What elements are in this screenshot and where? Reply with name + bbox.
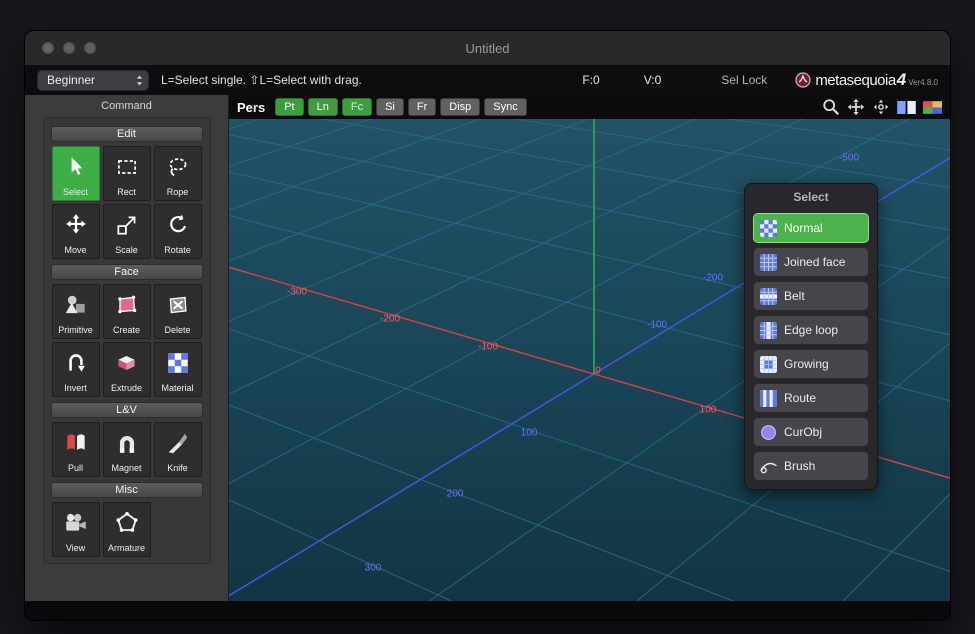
bottom-bar — [25, 601, 950, 620]
growing-icon — [760, 356, 777, 373]
rect-select-icon — [114, 147, 140, 187]
rope-lasso-icon — [165, 147, 191, 187]
select-cursor-icon — [63, 147, 89, 187]
edge-loop-icon — [760, 322, 777, 339]
tool-armature[interactable]: Armature — [103, 502, 151, 557]
extrude-icon — [114, 343, 140, 383]
color-palette-icon[interactable] — [923, 101, 942, 114]
brand-number: 4 — [897, 70, 906, 90]
armature-icon — [114, 503, 140, 543]
command-panel-title: Command — [101, 95, 152, 117]
toggle-sync[interactable]: Sync — [484, 98, 526, 116]
app-window: Untitled Beginner L=Select single. ⇧L=Se… — [24, 30, 951, 621]
pull-icon — [63, 423, 89, 463]
tool-invert[interactable]: Invert — [52, 342, 100, 397]
brand-version: Ver4.8.0 — [908, 78, 938, 87]
tool-move[interactable]: Move — [52, 204, 100, 259]
tool-rect[interactable]: Rect — [103, 146, 151, 201]
select-mode-edge-loop[interactable]: Edge loop — [753, 315, 869, 345]
command-panel: Edit Select Rect — [43, 117, 211, 564]
viewport-canvas[interactable]: -300 -200 -100 0 100 -500 -200 -100 100 … — [229, 119, 950, 601]
primitive-icon — [63, 285, 89, 325]
select-mode-normal[interactable]: Normal — [753, 213, 869, 243]
titlebar: Untitled — [25, 31, 950, 65]
face-tool-grid: Primitive Create Delete — [52, 284, 202, 397]
metasequoia-logo-icon — [795, 72, 811, 88]
select-mode-panel: Select Normal Joined face Belt — [744, 183, 878, 490]
tool-select[interactable]: Select — [52, 146, 100, 201]
lv-tool-grid: Pull Magnet Knife — [52, 422, 202, 477]
group-header-edit: Edit — [51, 126, 203, 142]
group-header-face: Face — [51, 264, 203, 280]
sel-lock-toggle[interactable]: Sel Lock — [721, 73, 767, 87]
tool-extrude[interactable]: Extrude — [103, 342, 151, 397]
mode-dropdown-value: Beginner — [47, 73, 95, 87]
route-icon — [760, 390, 777, 407]
tool-view[interactable]: View — [52, 502, 100, 557]
tool-create[interactable]: Create — [103, 284, 151, 339]
view-mode-label[interactable]: Pers — [237, 100, 265, 115]
zoom-view-icon[interactable] — [822, 98, 840, 116]
pan-view-icon[interactable] — [847, 98, 865, 116]
brand-name: metasequoia — [815, 72, 895, 89]
curobj-icon — [760, 424, 777, 441]
viewport-toolbar: Pers Pt Ln Fc Si Fr Disp Sync — [229, 95, 950, 119]
group-header-lv: L&V — [51, 402, 203, 418]
viewport: Pers Pt Ln Fc Si Fr Disp Sync — [229, 95, 950, 601]
toggle-fr[interactable]: Fr — [408, 98, 436, 116]
delete-face-icon — [165, 285, 191, 325]
select-mode-curobj[interactable]: CurObj — [753, 417, 869, 447]
scale-icon — [114, 205, 140, 245]
group-header-misc: Misc — [51, 482, 203, 498]
toggle-disp[interactable]: Disp — [440, 98, 480, 116]
tool-delete[interactable]: Delete — [154, 284, 202, 339]
select-mode-growing[interactable]: Growing — [753, 349, 869, 379]
invert-icon — [63, 343, 89, 383]
joined-face-icon — [760, 254, 777, 271]
rotate-icon — [165, 205, 191, 245]
create-face-icon — [114, 285, 140, 325]
misc-tool-grid: View Armature — [52, 502, 202, 557]
select-mode-belt[interactable]: Belt — [753, 281, 869, 311]
select-mode-route[interactable]: Route — [753, 383, 869, 413]
command-sidebar: Command Edit Select Rect — [25, 95, 229, 601]
magnet-icon — [114, 423, 140, 463]
move-icon — [63, 205, 89, 245]
tool-scale[interactable]: Scale — [103, 204, 151, 259]
chevron-updown-icon — [135, 74, 144, 87]
toggle-faces[interactable]: Fc — [342, 98, 372, 116]
face-count: F:0 — [582, 73, 599, 87]
mouse-hint-text: L=Select single. ⇧L=Select with drag. — [161, 73, 362, 87]
tool-material[interactable]: Material — [154, 342, 202, 397]
tool-magnet[interactable]: Magnet — [103, 422, 151, 477]
vertex-count: V:0 — [644, 73, 662, 87]
select-mode-brush[interactable]: Brush — [753, 451, 869, 481]
belt-icon — [760, 288, 777, 305]
select-panel-title: Select — [745, 187, 877, 209]
toggle-si[interactable]: Si — [376, 98, 404, 116]
edit-tool-grid: Select Rect Rope — [52, 146, 202, 259]
select-mode-joined-face[interactable]: Joined face — [753, 247, 869, 277]
tool-knife[interactable]: Knife — [154, 422, 202, 477]
view-camera-icon — [63, 503, 89, 543]
dual-view-icon[interactable] — [897, 101, 916, 114]
material-icon — [165, 343, 191, 383]
window-title: Untitled — [25, 41, 950, 56]
menubar: Beginner L=Select single. ⇧L=Select with… — [25, 65, 950, 95]
tool-primitive[interactable]: Primitive — [52, 284, 100, 339]
toggle-lines[interactable]: Ln — [308, 98, 338, 116]
brand-logo: metasequoia 4 Ver4.8.0 — [795, 70, 938, 90]
rotate-view-icon[interactable] — [872, 98, 890, 116]
knife-icon — [165, 423, 191, 463]
normal-grid-icon — [760, 220, 777, 237]
tool-rotate[interactable]: Rotate — [154, 204, 202, 259]
tool-rope[interactable]: Rope — [154, 146, 202, 201]
mode-dropdown[interactable]: Beginner — [37, 70, 149, 91]
brush-icon — [760, 458, 777, 475]
toggle-points[interactable]: Pt — [275, 98, 303, 116]
tool-pull[interactable]: Pull — [52, 422, 100, 477]
